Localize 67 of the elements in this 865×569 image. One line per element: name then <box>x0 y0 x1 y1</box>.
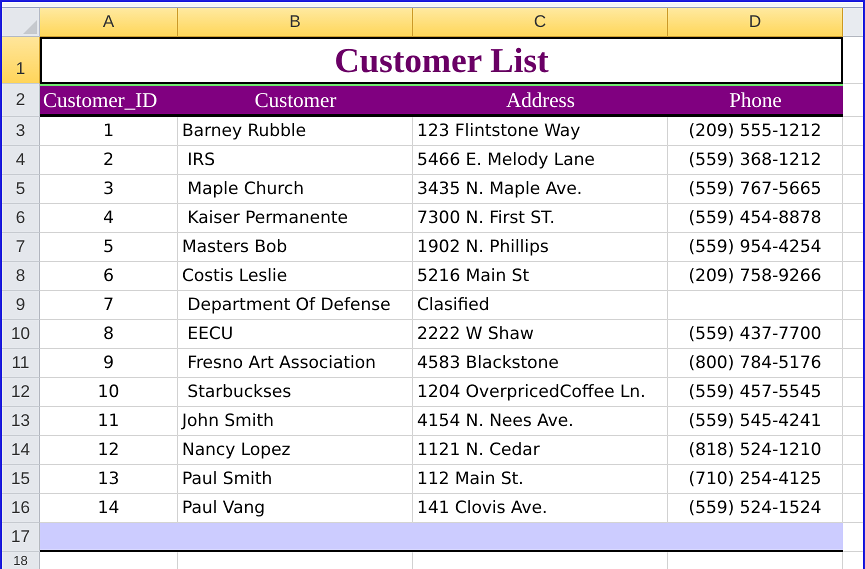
row-header[interactable]: 10 <box>2 320 40 349</box>
row-header[interactable]: 7 <box>2 233 40 262</box>
row-header[interactable]: 3 <box>2 117 40 146</box>
table-cell: Costis Leslie <box>178 262 413 291</box>
column-header[interactable]: C <box>413 8 668 37</box>
table-cell: Clasified <box>413 291 668 320</box>
row-header[interactable]: 18 <box>2 552 40 569</box>
table-cell: 123 Flintstone Way <box>413 117 668 146</box>
table-cell: 9 <box>40 349 178 378</box>
column-heading: Address <box>413 84 668 117</box>
table-cell: 10 <box>40 378 178 407</box>
table-cell: 1902 N. Phillips <box>413 233 668 262</box>
table-cell: John Smith <box>178 407 413 436</box>
table-cell: Paul Smith <box>178 465 413 494</box>
table-cell: EECU <box>178 320 413 349</box>
table-cell: 1121 N. Cedar <box>413 436 668 465</box>
table-cell: Barney Rubble <box>178 117 413 146</box>
table-cell: 2222 W Shaw <box>413 320 668 349</box>
table-cell: IRS <box>178 146 413 175</box>
table-cell: Kaiser Permanente <box>178 204 413 233</box>
table-cell: 8 <box>40 320 178 349</box>
table-cell: Masters Bob <box>178 233 413 262</box>
row-header[interactable]: 15 <box>2 465 40 494</box>
sheet-title: Customer List <box>40 37 843 84</box>
table-cell: 1204 OverpricedCoffee Ln. <box>413 378 668 407</box>
row-header[interactable]: 16 <box>2 494 40 523</box>
table-cell: 4 <box>40 204 178 233</box>
table-cell: 6 <box>40 262 178 291</box>
row-header[interactable]: 9 <box>2 291 40 320</box>
row-header[interactable]: 1 <box>2 37 40 84</box>
row-header[interactable]: 14 <box>2 436 40 465</box>
table-cell: 11 <box>40 407 178 436</box>
table-cell: Maple Church <box>178 175 413 204</box>
row-header[interactable]: 11 <box>2 349 40 378</box>
table-cell: 2 <box>40 146 178 175</box>
table-cell: Fresno Art Association <box>178 349 413 378</box>
table-cell: Starbuckses <box>178 378 413 407</box>
row-header[interactable]: 12 <box>2 378 40 407</box>
column-header[interactable]: B <box>178 8 413 37</box>
table-cell: 13 <box>40 465 178 494</box>
table-cell: 3435 N. Maple Ave. <box>413 175 668 204</box>
row-header[interactable]: 13 <box>2 407 40 436</box>
table-cell: 1 <box>40 117 178 146</box>
row-header[interactable]: 5 <box>2 175 40 204</box>
row-header[interactable]: 2 <box>2 84 40 117</box>
table-cell: Department Of Defense <box>178 291 413 320</box>
table-cell: 112 Main St. <box>413 465 668 494</box>
column-heading: Customer_ID <box>40 84 178 117</box>
select-all-icon[interactable] <box>23 20 37 34</box>
table-cell: 5 <box>40 233 178 262</box>
row-header[interactable]: 6 <box>2 204 40 233</box>
table-cell: 4583 Blackstone <box>413 349 668 378</box>
table-cell: 5216 Main St <box>413 262 668 291</box>
table-cell: Nancy Lopez <box>178 436 413 465</box>
row-header[interactable]: 4 <box>2 146 40 175</box>
table-cell: 4154 N. Nees Ave. <box>413 407 668 436</box>
table-cell: 5466 E. Melody Lane <box>413 146 668 175</box>
row-header[interactable]: 17 <box>2 523 40 552</box>
column-heading: Customer <box>178 84 413 117</box>
table-cell: 7300 N. First ST. <box>413 204 668 233</box>
table-cell: 12 <box>40 436 178 465</box>
column-header[interactable]: A <box>40 8 178 37</box>
table-cell: 3 <box>40 175 178 204</box>
table-cell: 7 <box>40 291 178 320</box>
column-heading: Phone <box>668 84 843 117</box>
row-header[interactable]: 8 <box>2 262 40 291</box>
column-header[interactable]: D <box>668 8 843 37</box>
